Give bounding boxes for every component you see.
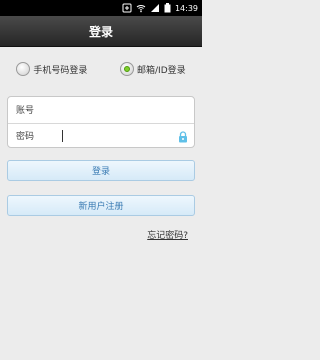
radio-option-email[interactable]: 邮箱/ID登录 <box>120 62 186 76</box>
forgot-password-link[interactable]: 忘记密码? <box>147 228 188 241</box>
radio-selected-icon[interactable] <box>120 62 135 76</box>
login-button[interactable]: 登录 <box>7 160 195 181</box>
radio-unselected-icon[interactable] <box>16 62 31 76</box>
battery-icon <box>164 3 171 13</box>
account-label: 账号 <box>16 106 35 117</box>
account-row: 账号 <box>8 97 194 123</box>
status-time: 14:39 <box>174 3 198 13</box>
register-button[interactable]: 新用户注册 <box>7 195 195 216</box>
password-input[interactable] <box>63 128 186 143</box>
wifi-icon <box>136 3 146 13</box>
lock-icon <box>178 130 188 146</box>
radio-option-phone[interactable]: 手机号码登录 <box>16 62 87 76</box>
status-bar: 14:39 <box>0 0 202 16</box>
password-row: 密码 <box>8 122 194 149</box>
signal-icon <box>150 3 160 13</box>
login-mode-selector: 手机号码登录 邮箱/ID登录 <box>0 58 202 80</box>
page-title: 登录 <box>88 24 113 39</box>
notification-icon <box>122 3 132 13</box>
password-label: 密码 <box>16 132 35 143</box>
title-bar: 登录 <box>0 16 202 47</box>
login-form: 账号 密码 <box>7 96 195 148</box>
account-input[interactable] <box>62 102 186 117</box>
radio-label-phone: 手机号码登录 <box>33 65 88 76</box>
radio-label-email: 邮箱/ID登录 <box>137 65 186 76</box>
